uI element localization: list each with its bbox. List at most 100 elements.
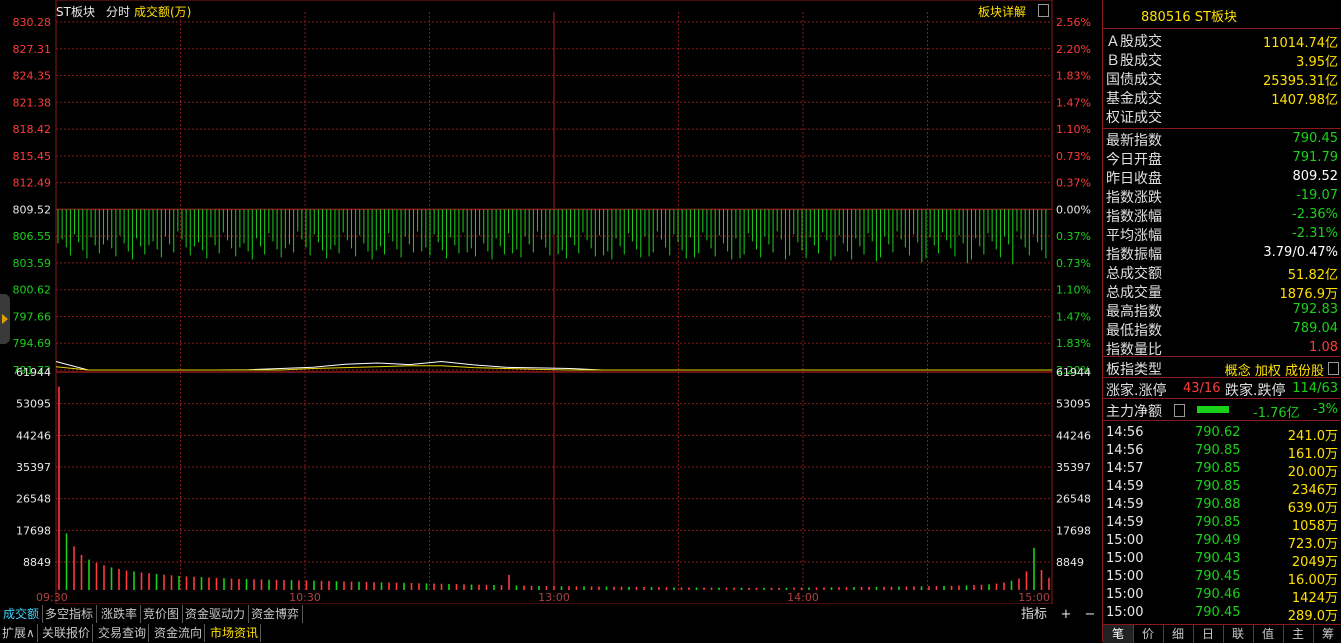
tick-row: 14:59 790.88 639.0万 bbox=[1103, 496, 1341, 516]
stat-row: 总成交量 1876.9万 bbox=[1103, 281, 1341, 302]
time-tick-label: 09:30 bbox=[36, 591, 68, 604]
stat-value: 809.52 bbox=[1292, 169, 1339, 184]
volume-tick-label: 61944 bbox=[16, 366, 51, 379]
volume-tick-label-right: 8849 bbox=[1056, 556, 1084, 569]
sector-name: ST板块 bbox=[56, 5, 95, 19]
tick-row: 15:00 790.45 289.0万 bbox=[1103, 604, 1341, 624]
extension-bar: 扩展∧ 关联报价 交易查询 资金流向 市场资讯 bbox=[0, 624, 1102, 642]
tick-price: 790.85 bbox=[1195, 479, 1241, 494]
collapse-handle-icon[interactable] bbox=[0, 294, 10, 344]
turnover-row: 国债成交 25395.31亿 bbox=[1103, 68, 1341, 89]
tick-time: 14:57 bbox=[1106, 461, 1144, 476]
tick-row: 14:56 790.62 241.0万 bbox=[1103, 424, 1341, 444]
period-label[interactable]: 分时 bbox=[106, 3, 130, 20]
indicator-tab[interactable]: 资金博弈 bbox=[248, 605, 304, 623]
stat-label: 平均涨幅 bbox=[1106, 228, 1162, 244]
pct-tick-label: 1.10% bbox=[1056, 284, 1091, 297]
stat-row: 昨日收盘 809.52 bbox=[1103, 167, 1341, 187]
pct-tick-label: 0.37% bbox=[1056, 177, 1091, 190]
price-tick-label: 812.49 bbox=[13, 177, 52, 190]
tick-time: 15:00 bbox=[1106, 605, 1144, 620]
price-tick-label: 797.66 bbox=[13, 310, 52, 323]
detail-tab[interactable]: 值 bbox=[1253, 625, 1284, 643]
indicator-tab[interactable]: 涨跌率 bbox=[98, 605, 142, 623]
price-tick-label: 818.42 bbox=[13, 123, 52, 136]
stat-label: 最新指数 bbox=[1106, 133, 1162, 149]
tick-price: 790.49 bbox=[1195, 533, 1241, 548]
intraday-chart[interactable]: 830.28 2.56%827.31 2.20%824.35 1.83%821.38 1… bbox=[0, 0, 1102, 604]
indicator-button[interactable]: 指标 bbox=[1020, 607, 1048, 623]
sector-detail-link[interactable]: 板块详解 bbox=[978, 3, 1026, 20]
extension-tab[interactable]: 关联报价 bbox=[40, 624, 94, 642]
stat-label: 指数涨幅 bbox=[1106, 209, 1162, 225]
tick-time: 14:59 bbox=[1106, 497, 1144, 512]
tick-price: 790.62 bbox=[1195, 425, 1241, 440]
tick-row: 15:00 790.49 723.0万 bbox=[1103, 532, 1341, 552]
main-flow-icon[interactable] bbox=[1174, 404, 1185, 417]
detail-tabs: 笔价细日联值主筹 bbox=[1103, 624, 1341, 643]
indicator-label[interactable]: 成交额(万) bbox=[134, 3, 191, 20]
price-tick-label: 824.35 bbox=[13, 70, 52, 83]
detail-toggle-icon[interactable] bbox=[1038, 4, 1049, 17]
time-tick-label: 10:30 bbox=[289, 591, 321, 604]
stat-label: 最高指数 bbox=[1106, 304, 1162, 320]
time-tick-label: 14:00 bbox=[787, 591, 819, 604]
main-flow-pct: -3% bbox=[1312, 402, 1338, 417]
detail-tab[interactable]: 筹 bbox=[1313, 625, 1341, 643]
detail-tab[interactable]: 主 bbox=[1283, 625, 1314, 643]
stat-value: 791.79 bbox=[1292, 150, 1339, 165]
pct-tick-label: 1.47% bbox=[1056, 96, 1091, 109]
stat-row: 最新指数 790.45 bbox=[1103, 129, 1341, 149]
price-tick-label: 827.31 bbox=[13, 43, 52, 56]
tick-price: 790.85 bbox=[1195, 515, 1241, 530]
turnover-label: Ｂ股成交 bbox=[1106, 53, 1162, 69]
stat-value: 790.45 bbox=[1292, 131, 1339, 146]
tick-time: 15:00 bbox=[1106, 551, 1144, 566]
zoom-in-button[interactable]: + bbox=[1058, 607, 1074, 623]
indicator-tab[interactable]: 多空指标 bbox=[42, 605, 98, 623]
tick-amount: 289.0万 bbox=[1287, 609, 1338, 624]
indicator-tab[interactable]: 成交额 bbox=[0, 605, 44, 623]
turnover-row: Ｂ股成交 3.95亿 bbox=[1103, 49, 1341, 70]
tick-time: 14:56 bbox=[1106, 425, 1144, 440]
detail-tab[interactable]: 价 bbox=[1133, 625, 1164, 643]
stat-row: 平均涨幅 -2.31% bbox=[1103, 224, 1341, 244]
divider bbox=[1103, 377, 1341, 378]
pct-tick-label: 0.73% bbox=[1056, 257, 1091, 270]
indicator-tab[interactable]: 资金驱动力 bbox=[182, 605, 250, 623]
extension-tab[interactable]: 交易查询 bbox=[96, 624, 150, 642]
detail-tab[interactable]: 细 bbox=[1163, 625, 1194, 643]
volume-tick-label-right: 26548 bbox=[1056, 493, 1091, 506]
turnover-label: 基金成交 bbox=[1106, 91, 1162, 107]
price-tick-label: 806.55 bbox=[13, 230, 52, 243]
volume-tick-label: 17698 bbox=[16, 524, 51, 537]
zoom-out-button[interactable]: − bbox=[1082, 607, 1098, 623]
volume-tick-label-right: 53095 bbox=[1056, 398, 1091, 411]
sector-type-icon[interactable] bbox=[1328, 362, 1339, 375]
tick-time: 14:59 bbox=[1106, 515, 1144, 530]
detail-tab[interactable]: 笔 bbox=[1103, 625, 1134, 643]
tick-price: 790.88 bbox=[1195, 497, 1241, 512]
tick-price: 790.45 bbox=[1195, 569, 1241, 584]
extension-tab[interactable]: 市场资讯 bbox=[208, 624, 262, 642]
tick-row: 14:59 790.85 1058万 bbox=[1103, 514, 1341, 534]
tick-row: 14:59 790.85 2346万 bbox=[1103, 478, 1341, 498]
stat-label: 总成交量 bbox=[1106, 285, 1162, 301]
sector-type-label: 板指类型 bbox=[1106, 362, 1162, 378]
extension-tab[interactable]: 扩展∧ bbox=[0, 624, 38, 642]
stat-value: -2.36% bbox=[1292, 207, 1338, 222]
divider bbox=[1103, 398, 1341, 399]
volume-tick-label: 35397 bbox=[16, 461, 51, 474]
pct-tick-label: 1.83% bbox=[1056, 70, 1091, 83]
indicator-tab[interactable]: 竞价图 bbox=[140, 605, 184, 623]
time-tick-label: 15:00 bbox=[1018, 591, 1050, 604]
tick-price: 790.43 bbox=[1195, 551, 1241, 566]
detail-tab[interactable]: 日 bbox=[1193, 625, 1224, 643]
volume-tick-label: 53095 bbox=[16, 398, 51, 411]
stat-row: 指数涨幅 -2.36% bbox=[1103, 205, 1341, 225]
detail-tab[interactable]: 联 bbox=[1223, 625, 1254, 643]
stat-value: 1.08 bbox=[1309, 340, 1338, 355]
volume-tick-label: 8849 bbox=[23, 556, 51, 569]
extension-tab[interactable]: 资金流向 bbox=[152, 624, 206, 642]
time-tick-label: 13:00 bbox=[538, 591, 570, 604]
